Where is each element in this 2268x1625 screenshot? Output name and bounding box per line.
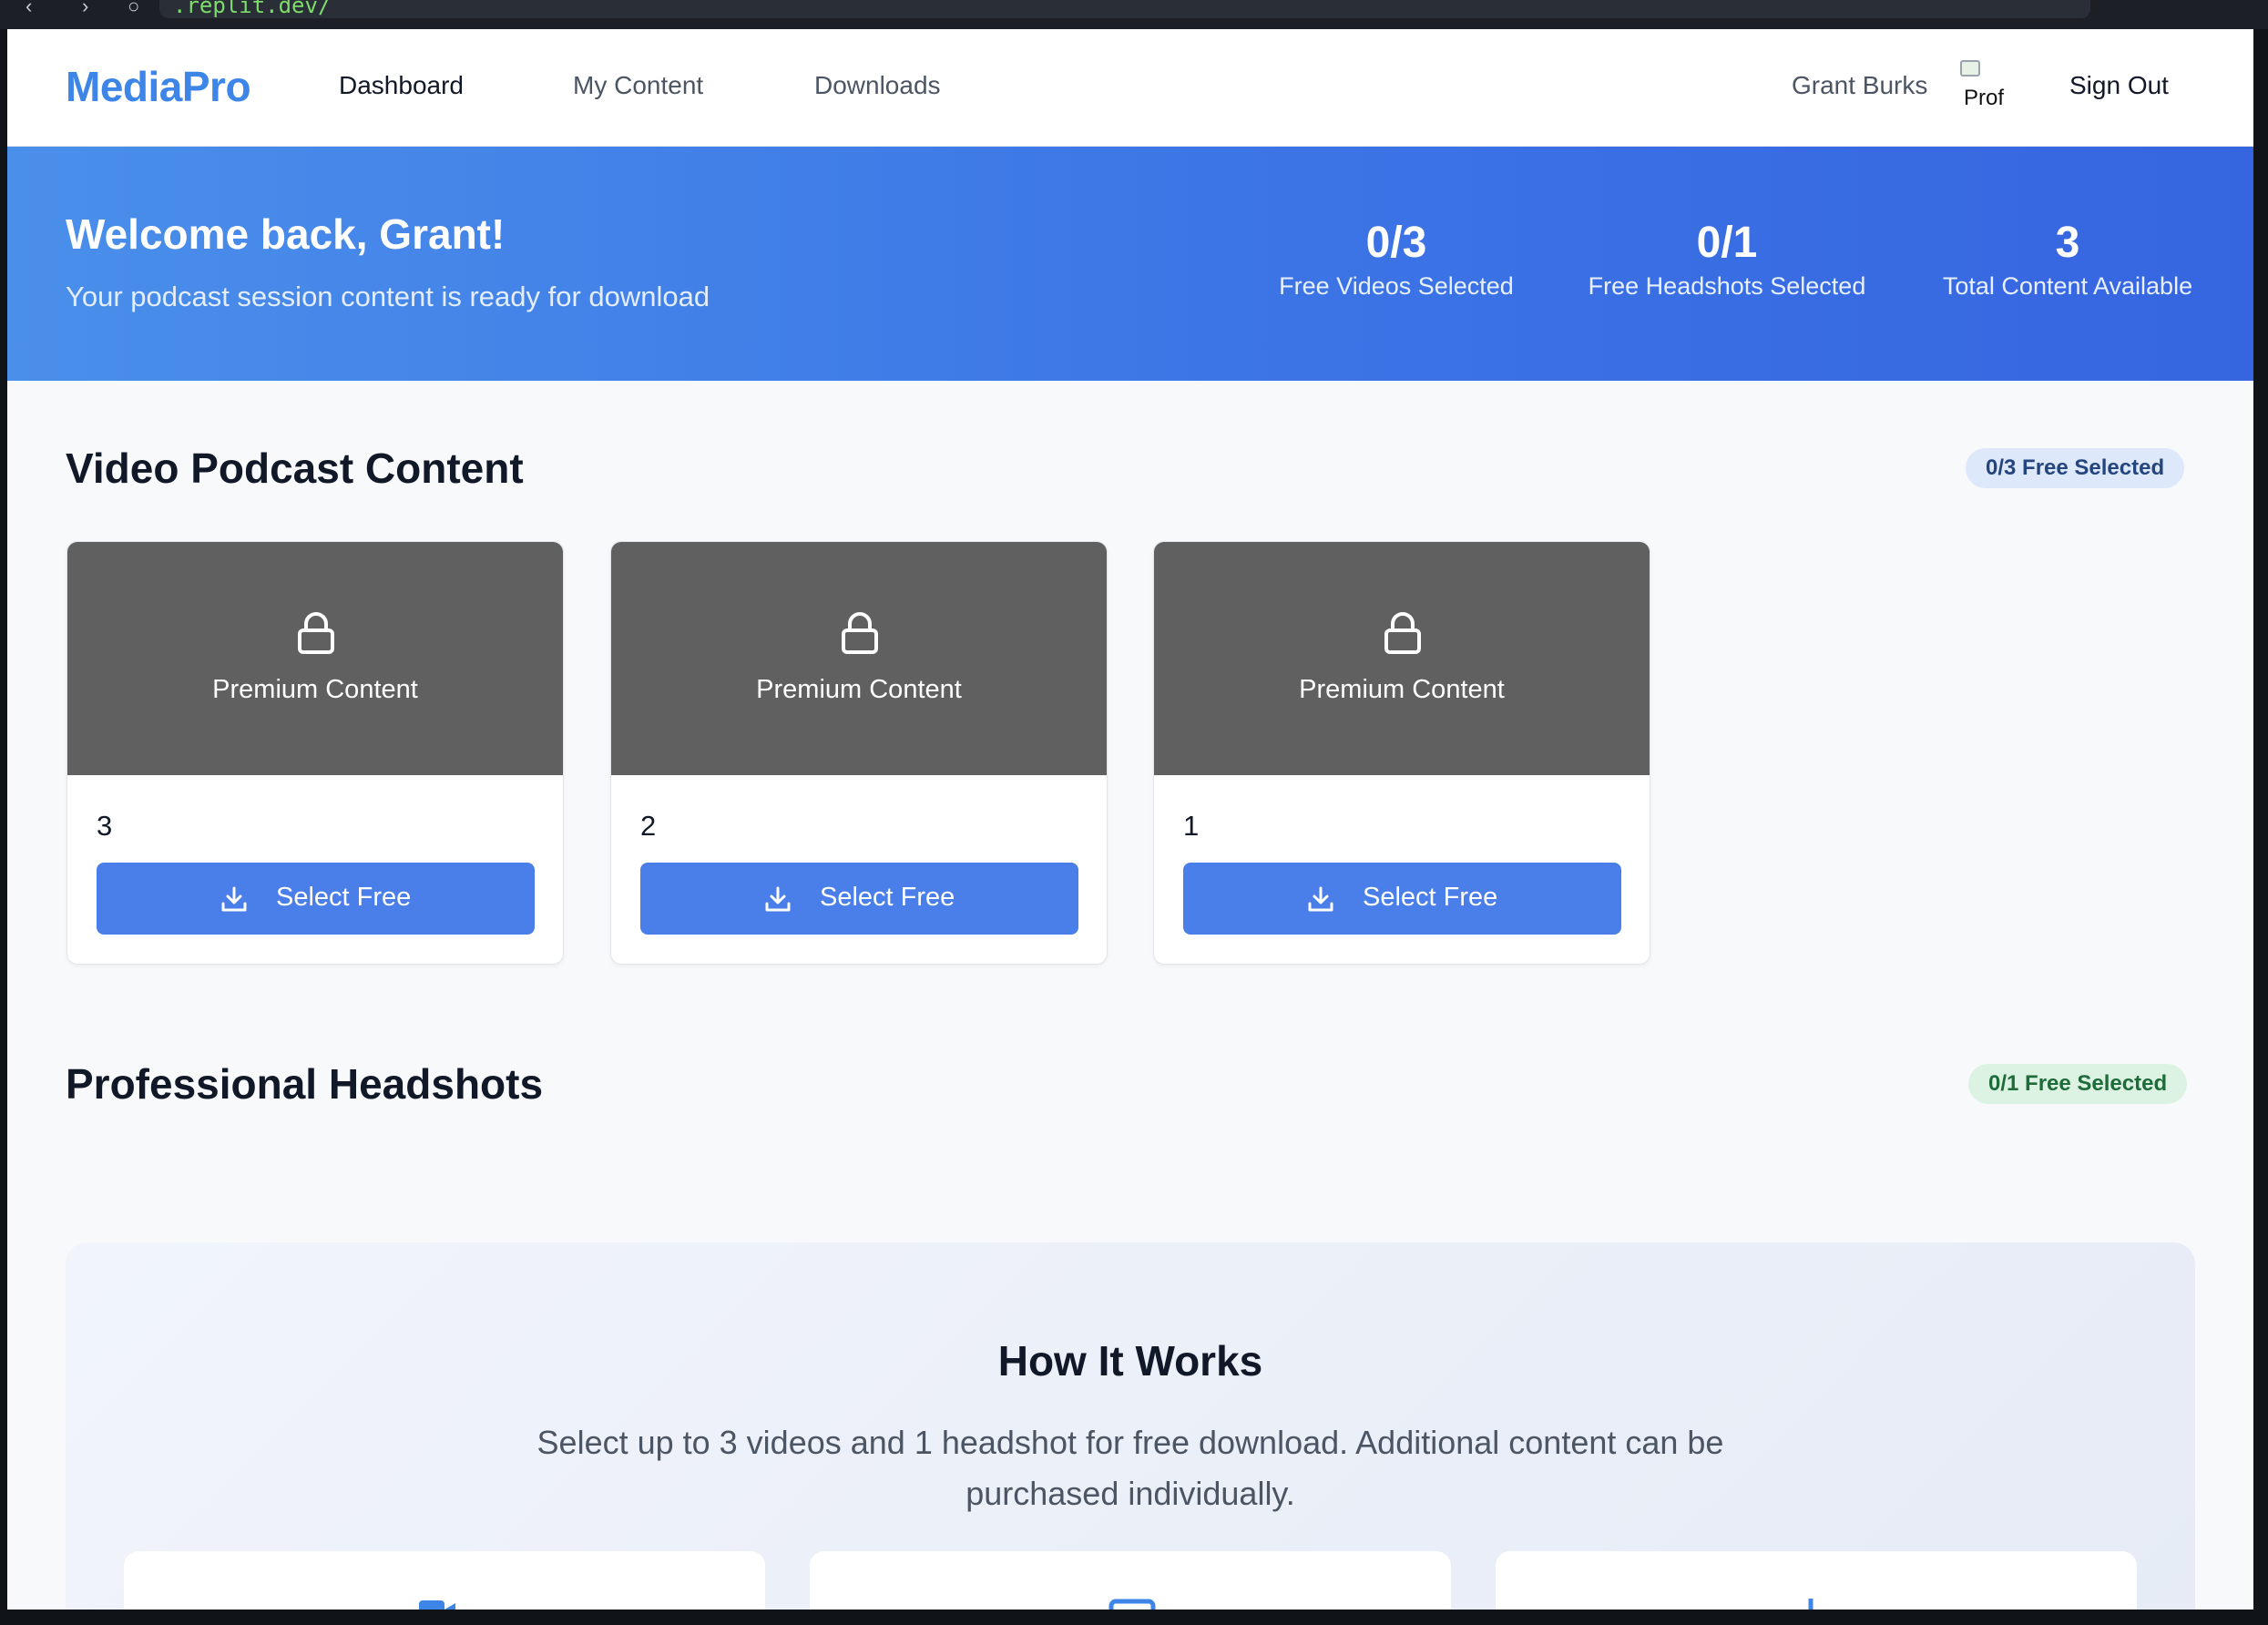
premium-label: Premium Content (1299, 675, 1505, 704)
video-section-title: Video Podcast Content (66, 445, 524, 492)
video-thumbnail-locked: Premium Content (611, 542, 1107, 775)
headshot-selection-badge: 0/1 Free Selected (1968, 1064, 2188, 1104)
lock-icon (298, 612, 334, 654)
download-icon (221, 886, 247, 912)
video-card: Premium Content 1 Select Free (1153, 541, 1650, 965)
video-title: 2 (640, 810, 657, 842)
select-free-label: Select Free (820, 883, 955, 912)
step-card (124, 1551, 765, 1610)
video-icon (419, 1600, 455, 1610)
how-it-works-description: Select up to 3 videos and 1 headshot for… (536, 1424, 1724, 1512)
stat-value: 0/1 (1696, 219, 1758, 267)
stat-label: Free Headshots Selected (1588, 272, 1866, 300)
browser-toolbar: ‹ › ○ .replit.dev/ (0, 0, 2268, 29)
select-free-button[interactable]: Select Free (640, 863, 1078, 935)
brand-logo[interactable]: MediaPro (66, 62, 251, 111)
step-card (1496, 1551, 2137, 1610)
sign-out-button[interactable]: Sign Out (2069, 71, 2169, 100)
nav-link-downloads[interactable]: Downloads (814, 71, 941, 100)
video-card: Premium Content 3 Select Free (66, 541, 564, 965)
image-icon (1108, 1599, 1156, 1610)
user-name: Grant Burks (1792, 71, 1928, 99)
window-frame (0, 1610, 2268, 1625)
select-free-label: Select Free (276, 883, 412, 912)
avatar[interactable]: Prof (1958, 58, 2017, 117)
stat-free-videos: 0/3 Free Videos Selected (1264, 218, 1528, 301)
step-card (810, 1551, 1451, 1610)
nav-link-dashboard[interactable]: Dashboard (339, 71, 464, 100)
top-navigation: MediaPro Dashboard My Content Downloads … (7, 29, 2253, 147)
broken-image-icon (1960, 60, 1980, 77)
lock-icon (1384, 612, 1421, 654)
welcome-hero: Welcome back, Grant! Your podcast sessio… (7, 147, 2253, 381)
video-thumbnail-locked: Premium Content (67, 542, 563, 775)
select-free-button[interactable]: Select Free (1183, 863, 1621, 935)
welcome-title: Welcome back, Grant! (66, 210, 506, 258)
stat-value: 3 (2055, 219, 2080, 267)
stat-value: 0/3 (1365, 219, 1427, 267)
welcome-subtitle: Your podcast session content is ready fo… (66, 281, 710, 312)
stat-label: Free Videos Selected (1279, 272, 1514, 300)
address-bar-text: .replit.dev/ (173, 0, 332, 18)
download-icon (765, 886, 791, 912)
select-free-label: Select Free (1363, 883, 1498, 912)
lock-icon (842, 612, 878, 654)
video-card: Premium Content 2 Select Free (610, 541, 1108, 965)
stat-total-content: 3 Total Content Available (1924, 218, 2212, 301)
back-icon[interactable]: ‹ (26, 0, 32, 16)
video-selection-badge: 0/3 Free Selected (1966, 448, 2185, 488)
video-title: 1 (1183, 810, 1200, 842)
download-icon (1308, 886, 1333, 912)
avatar-alt-text: Prof (1964, 86, 2005, 110)
how-it-works-panel: How It Works Select up to 3 videos and 1… (66, 1242, 2195, 1610)
video-thumbnail-locked: Premium Content (1154, 542, 1650, 775)
stat-label: Total Content Available (1942, 272, 2193, 300)
reload-icon[interactable]: ○ (128, 0, 139, 16)
how-it-works-title: How It Works (997, 1337, 1263, 1385)
address-bar[interactable] (159, 0, 2090, 18)
nav-link-my-content[interactable]: My Content (573, 71, 703, 100)
download-icon (1808, 1599, 1813, 1610)
premium-label: Premium Content (756, 675, 962, 704)
stat-free-headshots: 0/1 Free Headshots Selected (1572, 218, 1882, 301)
forward-icon[interactable]: › (82, 0, 88, 16)
app-viewport: MediaPro Dashboard My Content Downloads … (7, 29, 2253, 1610)
headshots-section-title: Professional Headshots (66, 1060, 544, 1108)
select-free-button[interactable]: Select Free (97, 863, 535, 935)
premium-label: Premium Content (212, 675, 418, 704)
video-title: 3 (97, 810, 113, 842)
